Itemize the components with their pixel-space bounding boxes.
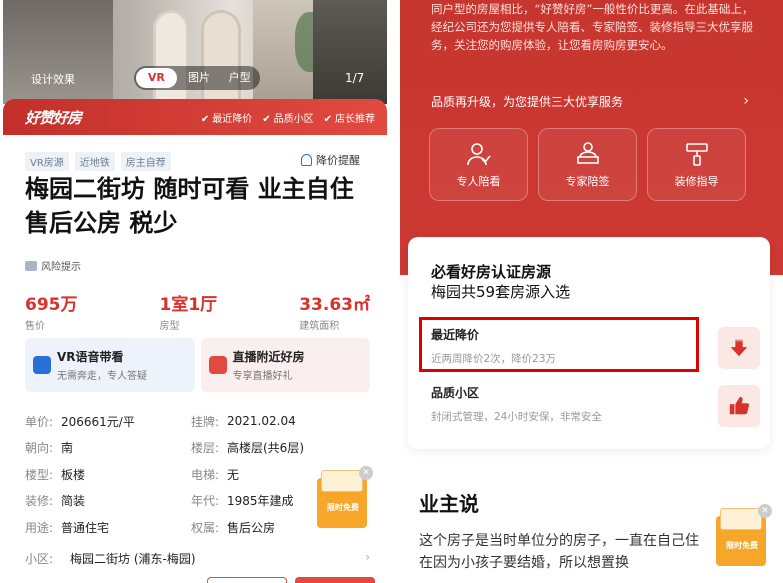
listing-title: 梅园二街坊 随时可看 业主自住 售后公房 税少 [25,175,354,237]
live-stream-card[interactable]: 直播附近好房 专享直播好礼 [200,338,370,392]
service-cards: VR语音带看 无需奔走，专人答疑 直播附近好房 专享直播好礼 [25,338,370,392]
community-row[interactable]: 小区: 梅园二街坊 (浦东-梅园) › [25,550,370,567]
service-expert-signing[interactable]: 专家陪签 [538,128,637,201]
owner-says-heading: 业主说 [419,492,479,516]
chip: 房主自荐 [120,152,171,171]
bottom-action-bar [207,577,377,583]
feature-quality-community: 品质小区 封闭式管理，24小时安保，非常安全 [431,386,602,423]
bell-icon [301,154,312,166]
vr-tour-card[interactable]: VR语音带看 无需奔走，专人答疑 [25,338,195,392]
design-label: 设计效果 [31,73,75,86]
listing-chips: VR房源 近地铁 房主自荐 [25,152,171,171]
premium-services: 专人陪看 专家陪签 装修指导 [429,128,746,201]
info-row: 单价: 206661元/平 挂牌: 2021.02.04 [25,414,296,429]
ribbon-tag: ✔ 店长推荐 [323,113,375,125]
check-icon: ✔ [262,113,271,125]
check-icon: ✔ [323,113,332,125]
close-icon[interactable]: ✕ [758,504,772,518]
chevron-right-icon: › [365,550,370,564]
paint-roller-icon [685,142,708,166]
promo-floating-badge[interactable]: 限时免费 ✕ [710,504,772,568]
intro-text: 同户型的房屋相比，“好赞好房”一般性价比更高。在此基础上，经纪公司还为您提供专人… [431,2,754,52]
ribbon-tag: ✔ 品质小区 [262,113,314,125]
listing-detail-panel: 设计效果 VR 图片 户型 1/7 好赞好房 ✔ 最近降价 ✔ 品质小区 ✔ 店长推荐… [3,0,387,583]
brand-logo: 好赞好房 [25,108,82,127]
stat-price: 695万 售价 [25,295,78,332]
ribbon-tag: ✔ 最近降价 [200,113,253,125]
thumbs-up-icon [718,385,760,427]
good-house-ribbon: 好赞好房 ✔ 最近降价 ✔ 品质小区 ✔ 店长推荐 [3,99,387,135]
stat-layout: 1室1厅 房型 [159,295,218,332]
chip: 近地铁 [74,152,115,171]
service-accompany-viewing[interactable]: 专人陪看 [429,128,528,201]
hero-photo[interactable]: 设计效果 VR 图片 户型 1/7 [3,0,387,104]
photo-counter: 1/7 [345,71,365,85]
tab-photos[interactable]: 图片 [179,66,220,90]
shield-icon [25,260,37,271]
live-icon [208,356,227,374]
stat-area: 33.63㎡ 建筑面积 [299,295,370,332]
good-house-detail-panel: 同户型的房屋相比，“好赞好房”一般性价比更高。在此基础上，经纪公司还为您提供专人… [400,0,783,583]
info-row: 朝向: 南 楼层: 高楼层(共6层) [25,441,304,456]
price-down-icon [718,327,760,369]
cert-subtitle: 梅园共59套房源入选 [431,283,571,301]
chip: VR房源 [25,152,69,171]
close-icon[interactable]: ✕ [359,466,373,480]
media-tabs: VR 图片 户型 [134,66,260,90]
owner-says-text: 这个房子是当时单位分的房子，一直在自己住在因为小孩子要结婚，所以想置换 [419,533,699,571]
signing-icon [576,141,599,164]
highlight-box [419,317,699,372]
secondary-action-button[interactable] [207,577,287,583]
check-icon: ✔ [200,113,210,125]
person-check-icon [466,142,491,165]
upgrade-row[interactable]: 品质再升级，为您提供三大优享服务 › [431,93,749,110]
primary-action-button[interactable] [295,577,375,583]
service-decoration-guide[interactable]: 装修指导 [647,128,746,201]
risk-notice[interactable]: 风险提示 [25,258,81,273]
key-stats: 695万 售价 1室1厅 房型 33.63㎡ 建筑面积 [25,290,370,332]
vr-voice-icon [33,356,51,374]
tab-floorplan[interactable]: 户型 [219,66,260,90]
chevron-right-icon: › [743,93,749,109]
cert-title: 必看好房认证房源 [431,263,552,281]
tab-vr[interactable]: VR [136,68,177,88]
promo-floating-badge[interactable]: 限时免费 ✕ [311,466,373,530]
price-alert-button[interactable]: 降价提醒 [301,152,360,168]
